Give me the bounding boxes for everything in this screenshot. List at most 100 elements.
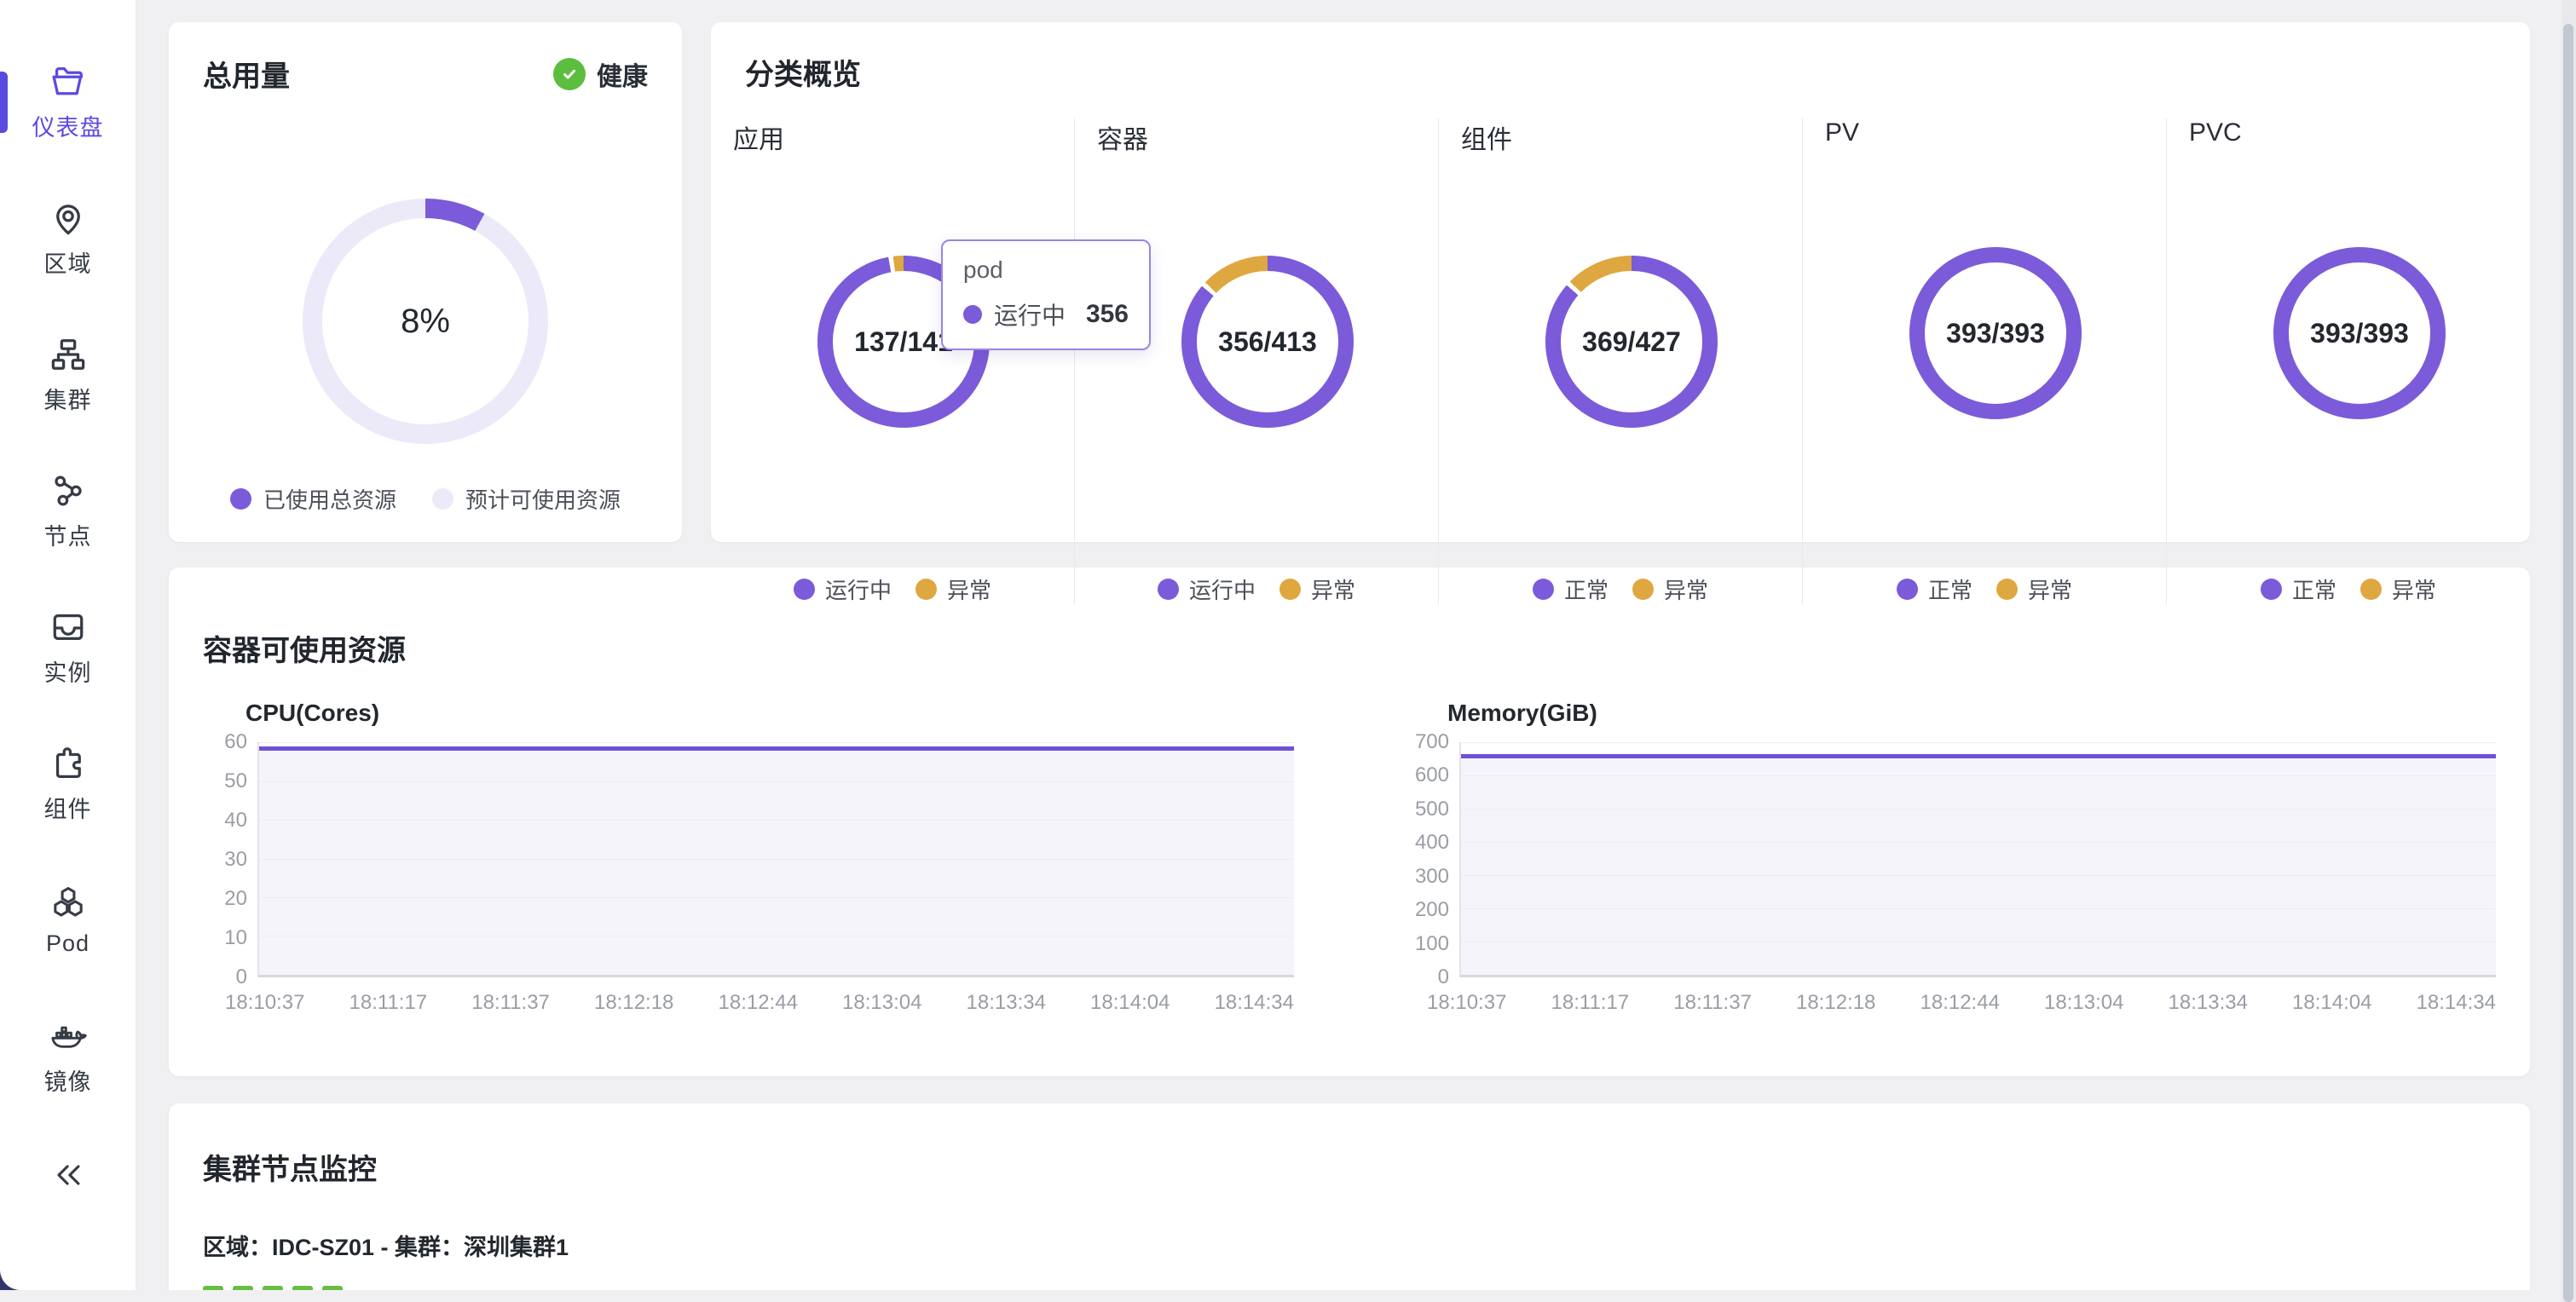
- sidebar-collapse-button[interactable]: [0, 1137, 136, 1213]
- donut-center-value: 356/413: [1218, 326, 1317, 358]
- gridline: [1461, 908, 2496, 909]
- memory-plot-area[interactable]: [1459, 742, 2496, 977]
- legend-running[interactable]: 运行中: [794, 573, 892, 605]
- health-status-text: 健康: [597, 55, 648, 93]
- y-tick: 60: [224, 730, 247, 754]
- gridline: [1461, 742, 2496, 743]
- legend-label: 运行中: [1189, 573, 1256, 605]
- legend-normal[interactable]: 正常: [2261, 573, 2336, 605]
- legend-label: 预计可使用资源: [465, 483, 621, 515]
- y-tick: 0: [236, 965, 247, 989]
- sidebar-item-node[interactable]: 节点: [0, 443, 136, 579]
- cpu-chart: CPU(Cores) 60 50 40 30 20 10 0: [203, 700, 1294, 1015]
- legend-abnormal[interactable]: 异常: [2360, 573, 2436, 605]
- series-line: [1461, 754, 2496, 758]
- x-tick: 18:11:17: [1551, 991, 1630, 1015]
- x-tick: 18:10:37: [225, 991, 304, 1015]
- sidebar-item-image[interactable]: 镜像: [0, 988, 136, 1125]
- legend-abnormal[interactable]: 异常: [1632, 573, 1708, 605]
- overview-column-pv: PV 393/393 正常 异常: [1802, 118, 2166, 605]
- cpu-y-axis: 60 50 40 30 20 10 0: [203, 742, 257, 977]
- x-tick: 18:14:04: [1090, 991, 1170, 1015]
- x-tick: 18:11:37: [1673, 991, 1752, 1015]
- sidebar-item-dashboard[interactable]: 仪表盘: [0, 34, 136, 170]
- page-scrollbar[interactable]: [2562, 0, 2576, 1302]
- legend-normal[interactable]: 正常: [1533, 573, 1609, 605]
- legend-label: 异常: [2028, 573, 2072, 605]
- legend-used[interactable]: 已使用总资源: [230, 483, 396, 515]
- image-whale-icon: [49, 1017, 88, 1056]
- scrollbar-thumb[interactable]: [2563, 24, 2573, 1302]
- gridline: [1461, 842, 2496, 843]
- overview-column-pvc: PVC 393/393 正常 异常: [2166, 118, 2530, 605]
- sidebar-item-label: 集群: [44, 382, 92, 415]
- usage-percent-value: 8%: [401, 302, 450, 341]
- pv-donut[interactable]: 393/393: [1909, 247, 2082, 419]
- y-tick: 700: [1415, 730, 1449, 754]
- gridline: [259, 781, 1294, 782]
- overview-column-container: 容器 356/413 运行中 异常: [1074, 118, 1438, 605]
- x-tick: 18:14:34: [2417, 991, 2496, 1015]
- column-header: 应用: [733, 118, 1074, 156]
- x-tick: 18:13:34: [2169, 991, 2248, 1015]
- legend-dot-running: [794, 579, 815, 600]
- column-header: 容器: [1097, 118, 1438, 156]
- sidebar-item-instance[interactable]: 实例: [0, 579, 136, 716]
- legend-available[interactable]: 预计可使用资源: [432, 483, 621, 515]
- legend-dot-abnormal: [1632, 579, 1654, 600]
- area-fill: [259, 750, 1294, 975]
- x-tick: 18:12:18: [1796, 991, 1875, 1015]
- legend-label: 正常: [1928, 573, 1972, 605]
- sidebar-item-component[interactable]: 组件: [0, 716, 136, 852]
- legend-dot-abnormal: [1996, 579, 2018, 600]
- legend-label: 正常: [1564, 573, 1609, 605]
- health-status-badge: 健康: [553, 55, 648, 93]
- legend-dot-normal: [1533, 579, 1554, 600]
- x-tick: 18:11:17: [349, 991, 428, 1015]
- total-usage-donut[interactable]: 8%: [303, 199, 548, 444]
- y-tick: 300: [1415, 865, 1449, 889]
- memory-y-axis: 700 600 500 400 300 200 100 0: [1405, 742, 1459, 977]
- y-tick: 0: [1438, 965, 1449, 989]
- y-tick: 30: [224, 848, 247, 872]
- sidebar-item-cluster[interactable]: 集群: [0, 307, 136, 443]
- cpu-chart-title: CPU(Cores): [245, 700, 1294, 727]
- legend-abnormal[interactable]: 异常: [915, 573, 991, 605]
- y-tick: 200: [1415, 898, 1449, 922]
- pod-hexagons-icon: [49, 884, 88, 923]
- total-usage-card: 总用量 健康 8% 已使用总资源: [169, 22, 682, 542]
- legend-dot-normal: [2261, 579, 2282, 600]
- legend-dot-abnormal: [2360, 579, 2382, 600]
- cluster-topology-icon: [49, 335, 88, 374]
- column-header: PVC: [2189, 118, 2530, 147]
- legend-label: 异常: [1311, 573, 1355, 605]
- tooltip-title: pod: [963, 256, 1129, 284]
- region-pin-icon: [49, 199, 88, 238]
- cpu-x-axis: 18:10:37 18:11:17 18:11:37 18:12:18 18:1…: [225, 991, 1294, 1015]
- sidebar-item-pod[interactable]: Pod: [0, 852, 136, 988]
- container-donut[interactable]: 356/413: [1181, 256, 1354, 428]
- pvc-donut[interactable]: 393/393: [2273, 247, 2446, 419]
- legend-label: 运行中: [825, 573, 892, 605]
- legend-label: 异常: [1664, 573, 1708, 605]
- legend-abnormal[interactable]: 异常: [1279, 573, 1355, 605]
- cpu-plot-area[interactable]: [257, 742, 1294, 977]
- legend-normal[interactable]: 正常: [1897, 573, 1972, 605]
- total-usage-title: 总用量: [203, 53, 290, 95]
- memory-chart-title: Memory(GiB): [1447, 700, 2496, 727]
- overview-column-component: 组件 369/427 正常 异常: [1438, 118, 1802, 605]
- legend-dot-available: [432, 488, 453, 510]
- container-resources-title: 容器可使用资源: [203, 627, 2496, 669]
- legend-running[interactable]: 运行中: [1158, 573, 1256, 605]
- x-tick: 18:13:04: [2044, 991, 2123, 1015]
- legend-abnormal[interactable]: 异常: [1996, 573, 2072, 605]
- category-overview-title: 分类概览: [745, 51, 2530, 93]
- memory-x-axis: 18:10:37 18:11:17 18:11:37 18:12:18 18:1…: [1427, 991, 2496, 1015]
- sidebar-item-region[interactable]: 区域: [0, 170, 136, 307]
- y-tick: 500: [1415, 798, 1449, 821]
- gridline: [1461, 775, 2496, 776]
- donut-center-value: 137/141: [854, 326, 953, 358]
- x-tick: 18:13:34: [967, 991, 1046, 1015]
- y-tick: 100: [1415, 932, 1449, 956]
- component-donut[interactable]: 369/427: [1545, 256, 1718, 428]
